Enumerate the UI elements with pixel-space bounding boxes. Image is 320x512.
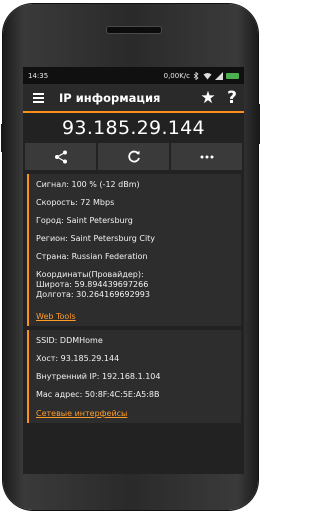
more-button[interactable]	[171, 143, 242, 170]
coordinates-block: Координаты(Провайдер): Широта: 59.894439…	[36, 270, 234, 300]
longitude-text: Долгота: 30.264169692993	[36, 290, 150, 299]
share-icon	[54, 150, 67, 163]
ip-address: 93.185.29.144	[62, 117, 205, 139]
local-info-card: SSID: DDMHome Хост: 93.185.29.144 Внутре…	[27, 330, 241, 423]
coords-label: Координаты(Провайдер):	[36, 270, 144, 279]
status-time: 14:35	[28, 71, 49, 80]
help-icon[interactable]: ?	[220, 88, 244, 108]
app-bar: IP информация ★ ?	[23, 84, 244, 113]
battery-icon	[226, 72, 239, 79]
status-bar: 14:35 0,00K/c	[23, 67, 244, 84]
screen: 14:35 0,00K/c IP информация ★ ? 93.185.2…	[23, 67, 244, 474]
action-bar	[23, 143, 244, 170]
more-icon	[200, 155, 213, 158]
host-text: Хост: 93.185.29.144	[36, 354, 120, 363]
power-button	[257, 104, 260, 144]
ip-info-card: Сигнал: 100 % (-12 dBm) Скорость: 72 Mbp…	[27, 174, 241, 326]
country-text: Страна: Russian Federation	[36, 252, 148, 261]
network-interfaces-link[interactable]: Сетевые интерфейсы	[36, 409, 127, 418]
share-button[interactable]	[25, 143, 96, 170]
mac-text: Mac адрес: 50:8F:4C:5E:A5:8B	[36, 390, 160, 399]
volume-button	[1, 124, 4, 152]
menu-icon[interactable]	[27, 84, 49, 111]
bluetooth-icon	[193, 71, 199, 80]
app-title: IP информация	[59, 90, 161, 105]
latitude-text: Широта: 59.894439697266	[36, 280, 149, 289]
ssid-text: SSID: DDMHome	[36, 336, 103, 345]
net-speed: 0,00K/c	[163, 71, 190, 80]
web-tools-link[interactable]: Web Tools	[36, 312, 76, 321]
wifi-icon	[203, 72, 212, 79]
star-icon[interactable]: ★	[196, 88, 220, 108]
internal-ip-text: Внутренний IP: 192.168.1.104	[36, 372, 161, 381]
refresh-button[interactable]	[98, 143, 169, 170]
refresh-icon	[127, 150, 140, 162]
speed-text: Скорость: 72 Mbps	[36, 198, 115, 207]
city-text: Город: Saint Petersburg	[36, 216, 133, 225]
signal-icon	[215, 71, 223, 80]
region-text: Регион: Saint Petersburg City	[36, 234, 156, 243]
earpiece-speaker	[106, 26, 162, 34]
status-icons: 0,00K/c	[163, 71, 239, 80]
phone-frame: 14:35 0,00K/c IP информация ★ ? 93.185.2…	[1, 4, 260, 510]
signal-text: Сигнал: 100 % (-12 dBm)	[36, 180, 140, 189]
